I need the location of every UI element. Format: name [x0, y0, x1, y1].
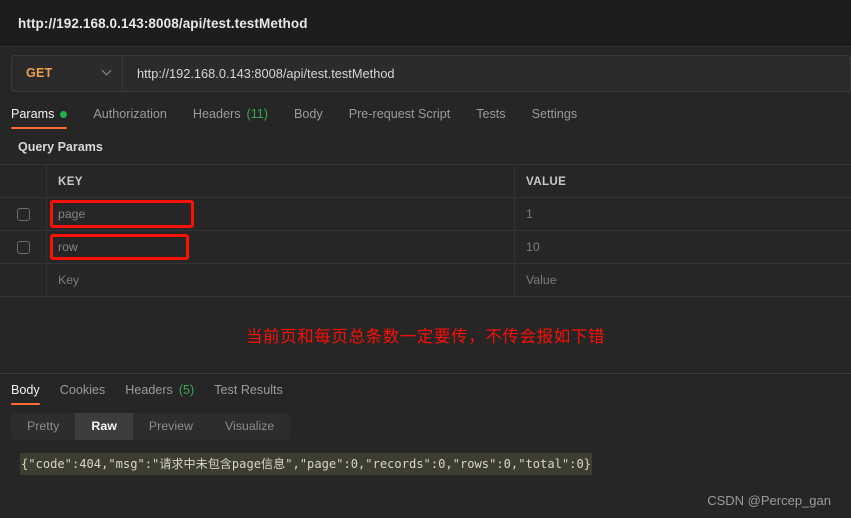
tab-authorization-label: Authorization	[93, 107, 167, 121]
query-params-heading: Query Params	[18, 140, 103, 154]
http-method-label: GET	[26, 66, 53, 80]
row-value-cell[interactable]: 10	[515, 231, 851, 263]
tab-tests[interactable]: Tests	[476, 107, 505, 129]
window-title: http://192.168.0.143:8008/api/test.testM…	[18, 15, 308, 31]
row-checkbox-cell	[0, 231, 47, 263]
format-raw-button[interactable]: Raw	[75, 413, 133, 440]
format-pretty-button[interactable]: Pretty	[11, 413, 75, 440]
chevron-down-icon	[103, 67, 112, 76]
response-tab-test-results[interactable]: Test Results	[214, 383, 283, 405]
header-value-cell: VALUE	[515, 165, 851, 197]
tab-headers-label: Headers	[192, 107, 241, 121]
window-titlebar: http://192.168.0.143:8008/api/test.testM…	[0, 0, 851, 47]
tab-headers-count: (11)	[246, 107, 268, 121]
row-key-cell[interactable]: row	[47, 231, 515, 263]
response-tab-headers-count: (5)	[178, 383, 195, 397]
request-tabs: Params Authorization Headers (11) Body P…	[0, 99, 851, 129]
annotation-note: 当前页和每页总条数一定要传，不传会报如下错	[245, 328, 606, 346]
response-tab-body[interactable]: Body	[11, 383, 40, 405]
format-visualize-label: Visualize	[224, 419, 275, 433]
column-header-value: VALUE	[526, 174, 567, 188]
response-tab-cookies-label: Cookies	[59, 383, 106, 397]
format-pretty-label: Pretty	[27, 419, 60, 433]
response-tab-cookies[interactable]: Cookies	[60, 383, 106, 405]
tab-pre-request-script-label: Pre-request Script	[348, 107, 451, 121]
response-tab-test-results-label: Test Results	[214, 383, 283, 397]
tab-tests-label: Tests	[476, 107, 506, 121]
tab-body[interactable]: Body	[294, 107, 323, 129]
row-value-input[interactable]: 10	[526, 240, 540, 254]
tab-headers[interactable]: Headers (11)	[193, 107, 268, 129]
response-tab-headers[interactable]: Headers (5)	[125, 383, 194, 405]
response-format-row: Pretty Raw Preview Visualize	[0, 405, 851, 449]
tab-settings[interactable]: Settings	[532, 107, 578, 129]
row-checkbox[interactable]	[16, 207, 30, 221]
tab-authorization[interactable]: Authorization	[93, 107, 167, 129]
response-tabs: Body Cookies Headers (5) Test Results	[0, 374, 851, 405]
response-body-viewer[interactable]: {"code":404,"msg":"请求中未包含page信息","page":…	[0, 449, 851, 475]
row-key-input[interactable]: row	[58, 240, 78, 254]
format-preview-label: Preview	[148, 419, 193, 433]
column-header-key: KEY	[58, 174, 83, 188]
row-key-input[interactable]: page	[58, 207, 85, 221]
response-tab-body-label: Body	[11, 383, 40, 397]
response-body-text: {"code":404,"msg":"请求中未包含page信息","page":…	[20, 453, 593, 475]
annotation-zone: 当前页和每页总条数一定要传，不传会报如下错	[0, 297, 851, 373]
row-value-input[interactable]: 1	[526, 207, 533, 221]
url-input-value: http://192.168.0.143:8008/api/test.testM…	[137, 65, 395, 81]
response-format-toggle-group: Pretty Raw Preview Visualize	[11, 413, 291, 440]
query-params-table: KEY VALUE page 1 row 10 Key Value	[0, 164, 851, 297]
row-value-placeholder[interactable]: Value	[526, 273, 557, 287]
row-checkbox-cell	[0, 198, 47, 230]
table-row: page 1	[0, 198, 851, 231]
table-row: row 10	[0, 231, 851, 264]
response-tab-headers-label: Headers	[125, 383, 173, 397]
tab-params-label: Params	[11, 107, 55, 121]
table-header-row: KEY VALUE	[0, 165, 851, 198]
format-visualize-button[interactable]: Visualize	[209, 413, 290, 440]
request-url-bar: GET http://192.168.0.143:8008/api/test.t…	[0, 47, 851, 99]
params-modified-dot-icon	[60, 110, 68, 118]
postman-window: http://192.168.0.143:8008/api/test.testM…	[0, 0, 851, 518]
tab-params[interactable]: Params	[11, 107, 68, 129]
url-input[interactable]: http://192.168.0.143:8008/api/test.testM…	[122, 54, 851, 92]
header-checkbox-cell	[0, 165, 47, 197]
row-checkbox[interactable]	[16, 240, 30, 254]
tab-pre-request-script[interactable]: Pre-request Script	[349, 107, 451, 129]
row-key-placeholder[interactable]: Key	[58, 273, 79, 287]
tab-body-label: Body	[293, 107, 323, 121]
table-row-empty: Key Value	[0, 264, 851, 296]
tab-settings-label: Settings	[531, 107, 578, 121]
header-key-cell: KEY	[47, 165, 515, 197]
row-value-cell[interactable]: 1	[515, 198, 851, 230]
watermark: CSDN @Percep_gan	[707, 493, 831, 508]
row-checkbox-cell	[0, 264, 47, 296]
format-raw-label: Raw	[91, 419, 117, 433]
row-value-cell[interactable]: Value	[515, 264, 851, 296]
row-key-cell[interactable]: page	[47, 198, 515, 230]
row-key-cell[interactable]: Key	[47, 264, 515, 296]
format-preview-button[interactable]: Preview	[133, 413, 209, 440]
http-method-dropdown[interactable]: GET	[11, 54, 122, 92]
